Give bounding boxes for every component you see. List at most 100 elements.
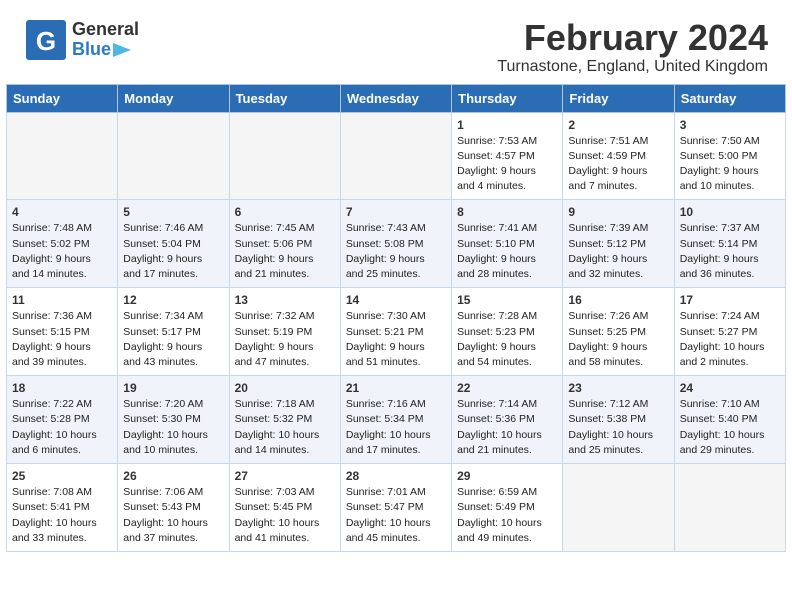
calendar-header: SundayMondayTuesdayWednesdayThursdayFrid… [7,84,786,112]
day-info: Sunrise: 7:53 AM Sunset: 4:57 PM Dayligh… [457,134,557,195]
calendar-cell: 20Sunrise: 7:18 AM Sunset: 5:32 PM Dayli… [229,376,340,464]
week-row-5: 25 Sunrise: 7:08 AM Sunset: 5:41 PM Dayli… [7,464,786,552]
day-number: 24 [680,381,780,395]
day-number: 1 [457,118,557,132]
calendar-cell: 24 Sunrise: 7:10 AM Sunset: 5:40 PM Dayli… [674,376,785,464]
day-info: Sunrise: 7:16 AM Sunset: 5:34 PM Dayligh… [346,397,446,458]
calendar-cell: 27 Sunrise: 7:03 AM Sunset: 5:45 PM Dayli… [229,464,340,552]
day-info: Sunrise: 7:03 AM Sunset: 5:45 PM Dayligh… [235,485,335,546]
calendar-cell: 22 Sunrise: 7:14 AM Sunset: 5:36 PM Dayli… [452,376,563,464]
day-number: 7 [346,205,446,219]
calendar-cell: 29 Sunrise: 6:59 AM Sunset: 5:49 PM Dayli… [452,464,563,552]
calendar-cell: 12 Sunrise: 7:34 AM Sunset: 5:17 PM Dayli… [118,288,229,376]
week-row-4: 18 Sunrise: 7:22 AM Sunset: 5:28 PM Dayli… [7,376,786,464]
calendar-cell: 28 Sunrise: 7:01 AM Sunset: 5:47 PM Dayli… [340,464,451,552]
day-number: 17 [680,293,780,307]
calendar-cell: 19 Sunrise: 7:20 AM Sunset: 5:30 PM Dayli… [118,376,229,464]
calendar-title-block: February 2024 Turnastone, England, Unite… [497,18,768,76]
day-number: 14 [346,293,446,307]
day-info: Sunrise: 7:48 AM Sunset: 5:02 PM Dayligh… [12,221,112,282]
calendar-cell [229,112,340,200]
day-number: 27 [235,469,335,483]
weekday-header-thursday: Thursday [452,84,563,112]
page-header: G General Blue February 2024 Turnastone,… [0,0,792,84]
day-number: 18 [12,381,112,395]
day-number: 3 [680,118,780,132]
weekday-header-tuesday: Tuesday [229,84,340,112]
calendar-cell: 7 Sunrise: 7:43 AM Sunset: 5:08 PM Daylig… [340,200,451,288]
day-info: Sunrise: 7:28 AM Sunset: 5:23 PM Dayligh… [457,309,557,370]
calendar-cell [674,464,785,552]
day-info: Sunrise: 7:34 AM Sunset: 5:17 PM Dayligh… [123,309,223,370]
logo-name: General Blue [72,20,139,60]
week-row-3: 11Sunrise: 7:36 AM Sunset: 5:15 PM Dayli… [7,288,786,376]
weekday-header-saturday: Saturday [674,84,785,112]
day-info: Sunrise: 7:10 AM Sunset: 5:40 PM Dayligh… [680,397,780,458]
day-number: 23 [568,381,668,395]
day-info: Sunrise: 7:08 AM Sunset: 5:41 PM Dayligh… [12,485,112,546]
day-info: Sunrise: 6:59 AM Sunset: 5:49 PM Dayligh… [457,485,557,546]
day-number: 8 [457,205,557,219]
day-number: 10 [680,205,780,219]
day-info: Sunrise: 7:01 AM Sunset: 5:47 PM Dayligh… [346,485,446,546]
calendar-cell: 2Sunrise: 7:51 AM Sunset: 4:59 PM Daylig… [563,112,674,200]
calendar-cell: 16 Sunrise: 7:26 AM Sunset: 5:25 PM Dayli… [563,288,674,376]
day-info: Sunrise: 7:18 AM Sunset: 5:32 PM Dayligh… [235,397,335,458]
weekday-header-wednesday: Wednesday [340,84,451,112]
calendar-cell: 1 Sunrise: 7:53 AM Sunset: 4:57 PM Daylig… [452,112,563,200]
calendar-cell: 23 Sunrise: 7:12 AM Sunset: 5:38 PM Dayli… [563,376,674,464]
calendar-cell: 17 Sunrise: 7:24 AM Sunset: 5:27 PM Dayli… [674,288,785,376]
calendar-body: 1 Sunrise: 7:53 AM Sunset: 4:57 PM Daylig… [7,112,786,551]
day-info: Sunrise: 7:41 AM Sunset: 5:10 PM Dayligh… [457,221,557,282]
day-info: Sunrise: 7:30 AM Sunset: 5:21 PM Dayligh… [346,309,446,370]
week-row-1: 1 Sunrise: 7:53 AM Sunset: 4:57 PM Daylig… [7,112,786,200]
weekday-header-friday: Friday [563,84,674,112]
day-number: 22 [457,381,557,395]
calendar-cell: 13 Sunrise: 7:32 AM Sunset: 5:19 PM Dayli… [229,288,340,376]
day-number: 29 [457,469,557,483]
logo-blue-row: Blue [72,40,139,60]
day-info: Sunrise: 7:51 AM Sunset: 4:59 PM Dayligh… [568,134,668,195]
logo-blue: Blue [72,40,111,60]
day-info: Sunrise: 7:36 AM Sunset: 5:15 PM Dayligh… [12,309,112,370]
calendar-cell: 15 Sunrise: 7:28 AM Sunset: 5:23 PM Dayli… [452,288,563,376]
calendar-cell: 11Sunrise: 7:36 AM Sunset: 5:15 PM Dayli… [7,288,118,376]
calendar-cell [7,112,118,200]
day-info: Sunrise: 7:37 AM Sunset: 5:14 PM Dayligh… [680,221,780,282]
calendar-cell: 26 Sunrise: 7:06 AM Sunset: 5:43 PM Dayli… [118,464,229,552]
calendar-cell: 14 Sunrise: 7:30 AM Sunset: 5:21 PM Dayli… [340,288,451,376]
day-number: 21 [346,381,446,395]
day-number: 26 [123,469,223,483]
day-number: 25 [12,469,112,483]
day-info: Sunrise: 7:14 AM Sunset: 5:36 PM Dayligh… [457,397,557,458]
calendar-cell: 9Sunrise: 7:39 AM Sunset: 5:12 PM Daylig… [563,200,674,288]
weekday-row: SundayMondayTuesdayWednesdayThursdayFrid… [7,84,786,112]
svg-text:G: G [36,26,56,56]
weekday-header-sunday: Sunday [7,84,118,112]
logo: G General Blue [24,18,139,62]
calendar-table: SundayMondayTuesdayWednesdayThursdayFrid… [6,84,786,552]
day-info: Sunrise: 7:26 AM Sunset: 5:25 PM Dayligh… [568,309,668,370]
day-number: 13 [235,293,335,307]
day-info: Sunrise: 7:32 AM Sunset: 5:19 PM Dayligh… [235,309,335,370]
day-info: Sunrise: 7:43 AM Sunset: 5:08 PM Dayligh… [346,221,446,282]
calendar-wrapper: SundayMondayTuesdayWednesdayThursdayFrid… [0,84,792,558]
day-info: Sunrise: 7:06 AM Sunset: 5:43 PM Dayligh… [123,485,223,546]
logo-icon: G [24,18,68,62]
calendar-cell: 6Sunrise: 7:45 AM Sunset: 5:06 PM Daylig… [229,200,340,288]
day-number: 19 [123,381,223,395]
day-info: Sunrise: 7:20 AM Sunset: 5:30 PM Dayligh… [123,397,223,458]
calendar-cell: 18 Sunrise: 7:22 AM Sunset: 5:28 PM Dayli… [7,376,118,464]
calendar-cell [118,112,229,200]
calendar-cell: 4Sunrise: 7:48 AM Sunset: 5:02 PM Daylig… [7,200,118,288]
day-number: 16 [568,293,668,307]
day-info: Sunrise: 7:45 AM Sunset: 5:06 PM Dayligh… [235,221,335,282]
day-info: Sunrise: 7:24 AM Sunset: 5:27 PM Dayligh… [680,309,780,370]
day-info: Sunrise: 7:12 AM Sunset: 5:38 PM Dayligh… [568,397,668,458]
day-info: Sunrise: 7:22 AM Sunset: 5:28 PM Dayligh… [12,397,112,458]
day-number: 12 [123,293,223,307]
day-number: 15 [457,293,557,307]
day-number: 28 [346,469,446,483]
calendar-subtitle: Turnastone, England, United Kingdom [497,58,768,76]
day-info: Sunrise: 7:46 AM Sunset: 5:04 PM Dayligh… [123,221,223,282]
